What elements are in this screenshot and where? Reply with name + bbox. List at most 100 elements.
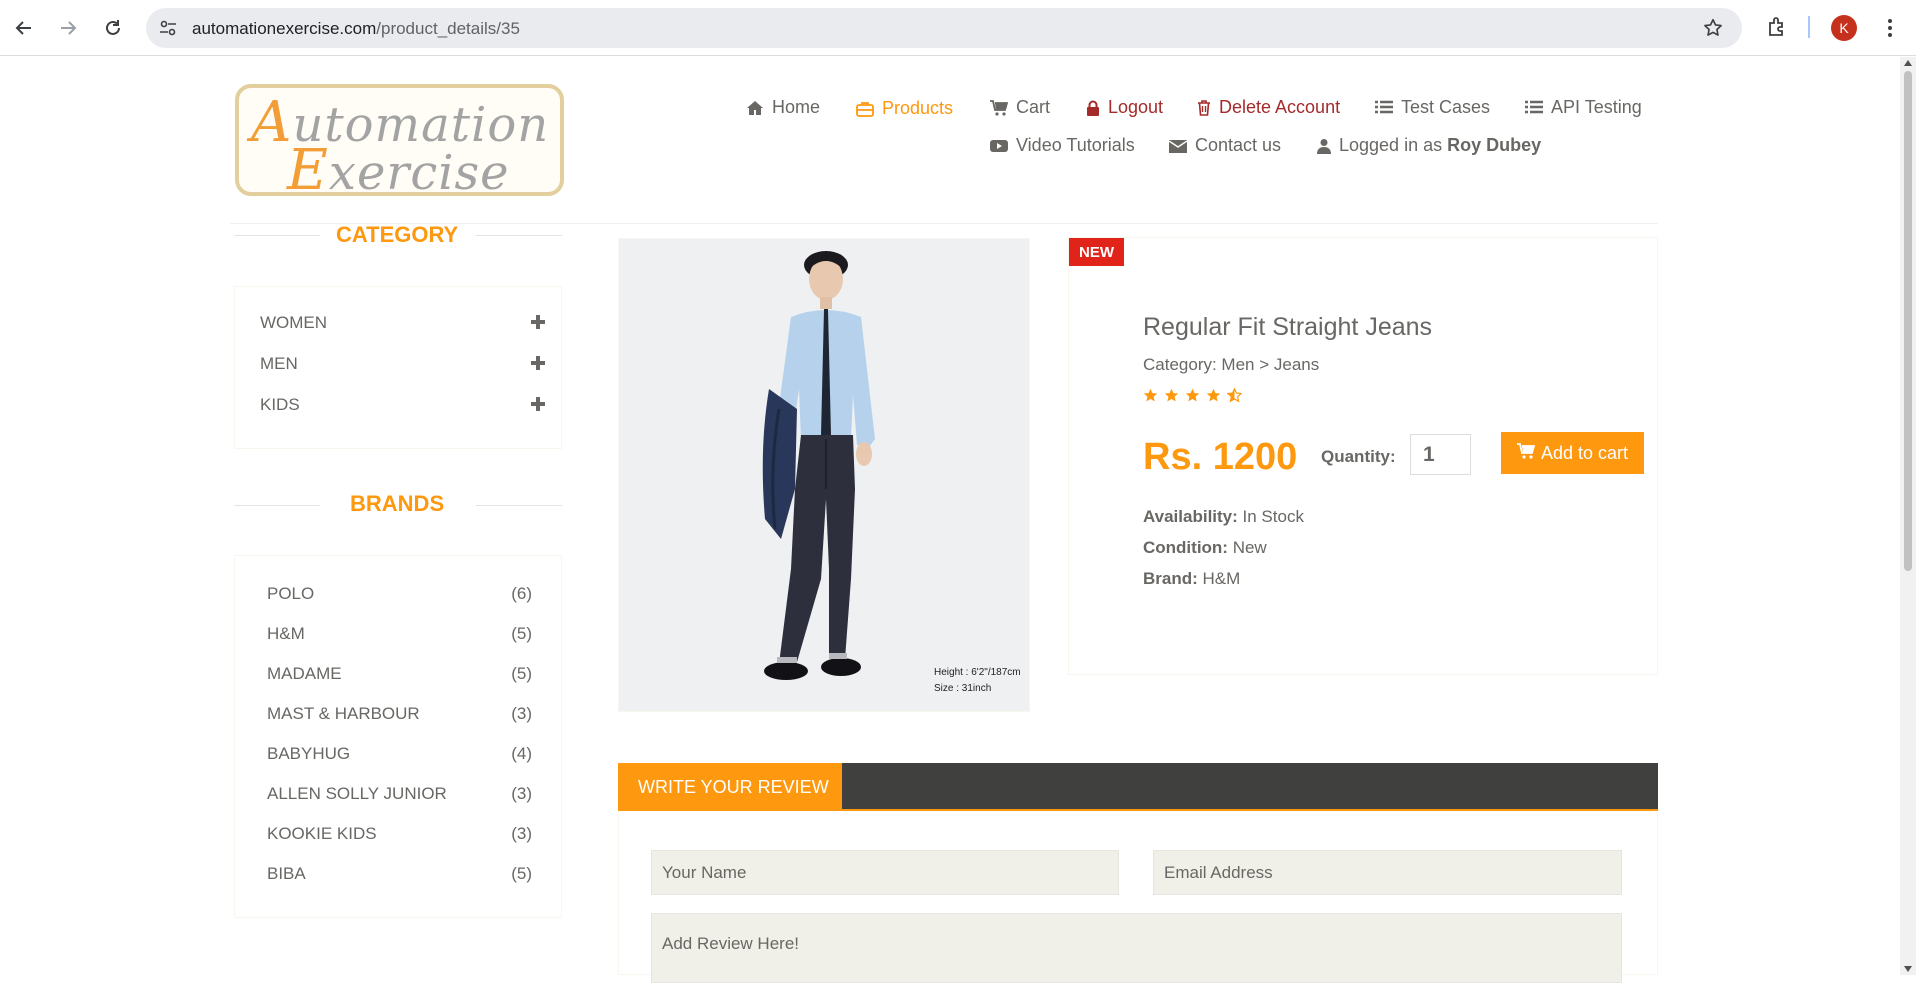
- availability: Availability: In Stock: [1143, 507, 1304, 527]
- plus-icon[interactable]: [531, 397, 545, 411]
- quantity-input[interactable]: [1410, 434, 1471, 475]
- add-to-cart-label: Add to cart: [1540, 442, 1629, 463]
- nav-logged-in-as: Logged in as Roy Dubey: [1317, 135, 1541, 156]
- category-label: KIDS: [260, 395, 300, 414]
- brands-title-rule-right: [476, 505, 562, 506]
- brand-item-allen-solly-junior[interactable]: ALLEN SOLLY JUNIOR (3): [267, 784, 532, 804]
- category-label: MEN: [260, 354, 298, 373]
- review-email-input[interactable]: [1153, 850, 1622, 895]
- url-domain: automationexercise.com: [192, 19, 377, 38]
- image-caption-height: Height : 6'2"/187cm: [934, 667, 1021, 678]
- nav-test-cases[interactable]: Test Cases: [1375, 97, 1490, 118]
- brand-name: H&M: [267, 624, 305, 643]
- brand-count: (3): [511, 784, 532, 803]
- address-bar[interactable]: automationexercise.com/product_details/3…: [146, 8, 1742, 48]
- product-image: Height : 6'2"/187cm Size : 31inch: [618, 238, 1030, 712]
- browser-menu-icon[interactable]: [1880, 15, 1900, 41]
- brand-count: (5): [511, 864, 532, 883]
- reload-icon[interactable]: [99, 14, 127, 42]
- brand-item-polo[interactable]: POLO (6): [267, 584, 532, 604]
- nav-api-testing-label: API Testing: [1551, 97, 1642, 117]
- tab-write-your-review[interactable]: WRITE YOUR REVIEW: [618, 763, 842, 811]
- brand-item-biba[interactable]: BIBA (5): [267, 864, 532, 884]
- home-icon: [746, 100, 764, 116]
- brand-item-mast-harbour[interactable]: MAST & HARBOUR (3): [267, 704, 532, 724]
- scroll-down-arrow-icon[interactable]: [1904, 966, 1912, 972]
- star-full-icon: [1143, 388, 1158, 402]
- category-kids[interactable]: KIDS: [260, 395, 545, 415]
- category-label: WOMEN: [260, 313, 328, 332]
- back-icon[interactable]: [10, 14, 38, 42]
- review-textarea[interactable]: [651, 913, 1622, 983]
- site-logo[interactable]: Automation Exercise: [235, 84, 564, 196]
- availability-value: In Stock: [1242, 507, 1304, 526]
- brands-title-rule-left: [234, 505, 320, 506]
- scrollbar-thumb[interactable]: [1904, 71, 1912, 571]
- brand-name: BIBA: [267, 864, 306, 883]
- bookmark-star-icon[interactable]: [1702, 17, 1724, 39]
- plus-icon[interactable]: [531, 356, 545, 370]
- site-info-icon[interactable]: [158, 18, 178, 38]
- nav-contact-us[interactable]: Contact us: [1168, 135, 1281, 156]
- browser-toolbar: automationexercise.com/product_details/3…: [0, 0, 1916, 56]
- trash-icon: [1197, 99, 1211, 116]
- youtube-play-icon: [990, 138, 1008, 154]
- brand-name: KOOKIE KIDS: [267, 824, 377, 843]
- product-category: Category: Men > Jeans: [1143, 355, 1320, 374]
- category-women[interactable]: WOMEN: [260, 313, 545, 333]
- lock-icon: [1086, 100, 1100, 116]
- brands-title: BRANDS: [350, 491, 445, 516]
- forward-icon[interactable]: [54, 14, 82, 42]
- category-panel: WOMEN MEN KIDS: [234, 286, 562, 449]
- add-to-cart-button[interactable]: Add to cart: [1501, 432, 1644, 474]
- brand-item-hm[interactable]: H&M (5): [267, 624, 532, 644]
- brand-count: (3): [511, 824, 532, 843]
- products-icon: [856, 101, 874, 117]
- star-full-icon: [1206, 388, 1221, 402]
- brand-item-kookie-kids[interactable]: KOOKIE KIDS (3): [267, 824, 532, 844]
- nav-logout[interactable]: Logout: [1086, 97, 1163, 118]
- brand-count: (5): [511, 624, 532, 643]
- nav-api-testing[interactable]: API Testing: [1525, 97, 1642, 118]
- nav-logout-label: Logout: [1108, 97, 1164, 117]
- brand-item-madame[interactable]: MADAME (5): [267, 664, 532, 684]
- brand: Brand: H&M: [1143, 569, 1240, 589]
- brand-item-babyhug[interactable]: BABYHUG (4): [267, 744, 532, 764]
- brand-name: MAST & HARBOUR: [267, 704, 420, 723]
- brand-count: (5): [511, 664, 532, 683]
- review-name-input[interactable]: [651, 850, 1119, 895]
- brand-name: BABYHUG: [267, 744, 351, 763]
- page-scrollbar[interactable]: [1900, 57, 1916, 975]
- condition-label: Condition:: [1143, 538, 1228, 557]
- plus-icon[interactable]: [531, 315, 545, 329]
- category-title: CATEGORY: [336, 222, 459, 247]
- nav-test-cases-label: Test Cases: [1401, 97, 1491, 117]
- nav-video-tutorials[interactable]: Video Tutorials: [990, 135, 1135, 156]
- list-icon: [1525, 100, 1543, 116]
- brands-panel: POLO (6) H&M (5) MADAME (5) MAST & HARBOUR (…: [234, 555, 562, 918]
- list-icon: [1375, 100, 1393, 116]
- extensions-icon[interactable]: [1766, 15, 1790, 39]
- scroll-up-arrow-icon[interactable]: [1904, 60, 1912, 66]
- logo-line-2: Exercise: [287, 138, 510, 192]
- condition-value: New: [1232, 538, 1267, 557]
- nav-delete-account[interactable]: Delete Account: [1197, 97, 1340, 118]
- brand-name: POLO: [267, 584, 315, 603]
- category-men[interactable]: MEN: [260, 354, 545, 374]
- model-illustration: Height : 6'2"/187cm Size : 31inch: [619, 239, 1029, 711]
- brand-value: H&M: [1202, 569, 1241, 588]
- nav-products-label: Products: [882, 98, 954, 118]
- image-caption-size: Size : 31inch: [934, 683, 991, 694]
- cart-icon: [990, 99, 1009, 116]
- quantity-label: Quantity:: [1321, 447, 1396, 466]
- nav-home[interactable]: Home: [746, 97, 820, 118]
- nav-video-tutorials-label: Video Tutorials: [1016, 135, 1135, 155]
- nav-cart[interactable]: Cart: [990, 97, 1050, 118]
- condition: Condition: New: [1143, 538, 1267, 558]
- logged-in-prefix: Logged in as: [1339, 135, 1443, 155]
- new-badge: NEW: [1069, 238, 1124, 266]
- nav-products[interactable]: Products: [856, 98, 953, 119]
- profile-avatar[interactable]: K: [1831, 15, 1857, 41]
- nav-cart-label: Cart: [1016, 97, 1051, 117]
- brand-count: (4): [511, 744, 532, 763]
